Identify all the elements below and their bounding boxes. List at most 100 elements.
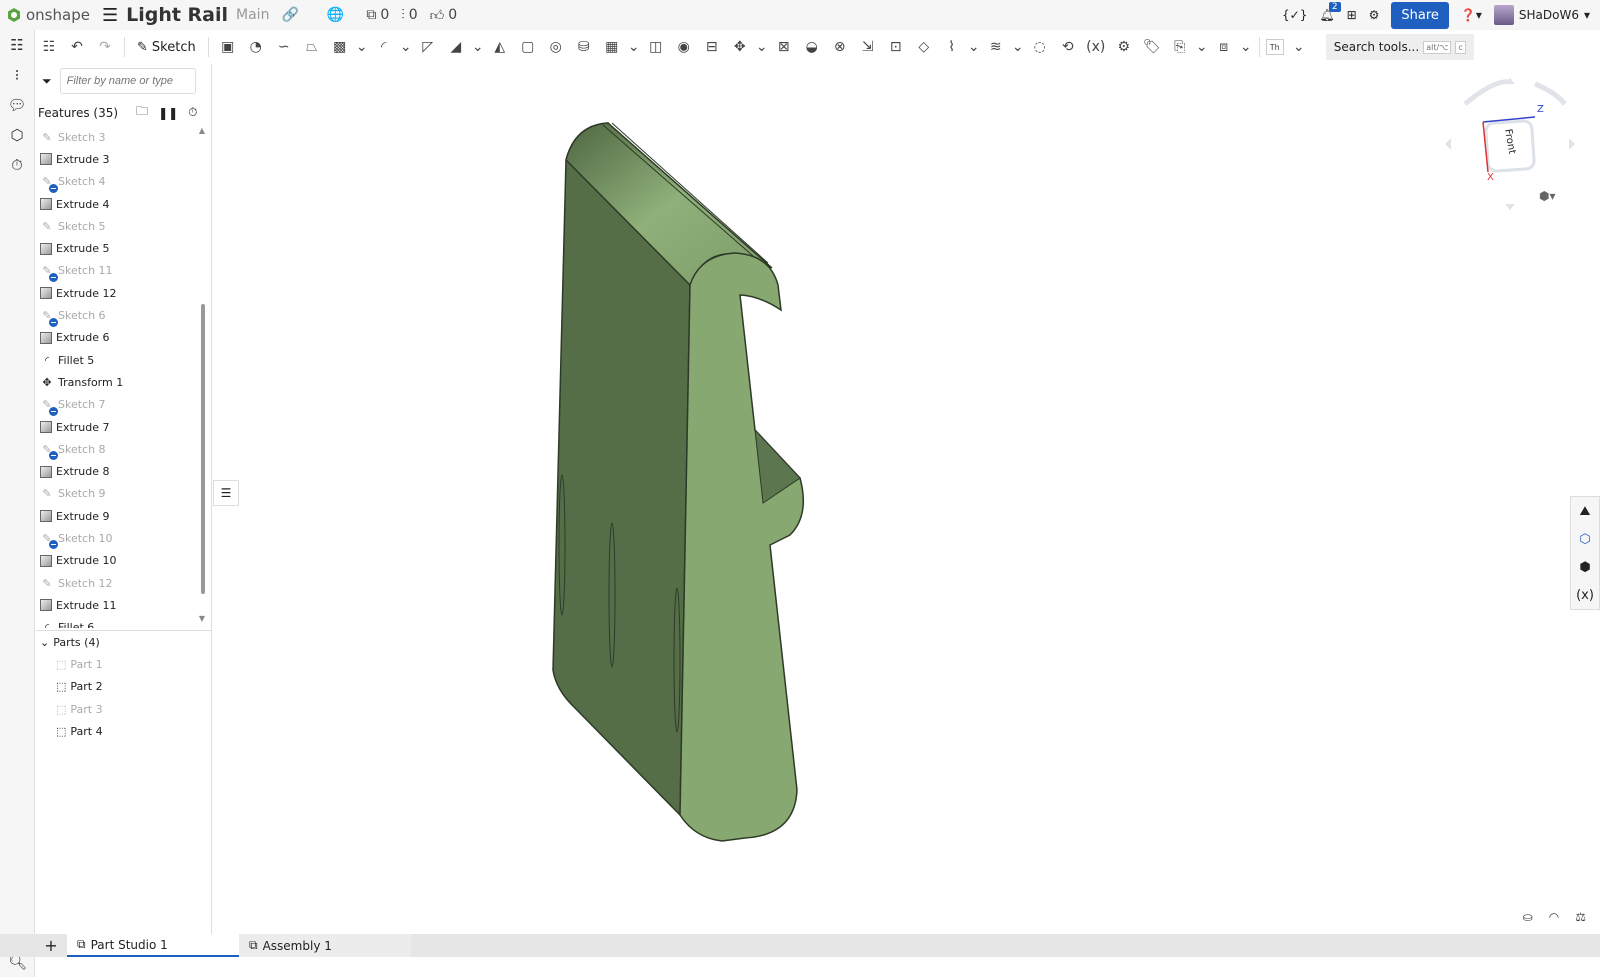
section-view-icon[interactable]: ⛀ xyxy=(1523,910,1533,924)
pattern-tool-icon[interactable]: ▦ xyxy=(599,34,625,60)
text-style-button[interactable]: Th xyxy=(1265,39,1284,55)
part-item[interactable]: ⬚ Part 1 xyxy=(36,653,212,675)
variables-icon[interactable]: {✓} xyxy=(1282,8,1307,22)
shell-tool-icon[interactable]: ▢ xyxy=(515,34,541,60)
chevron-down-icon[interactable]: ⌄ xyxy=(355,34,369,60)
document-title[interactable]: Light Rail xyxy=(126,4,228,26)
feature-tree-toggle-icon[interactable]: ☷ xyxy=(36,34,62,60)
feature-item[interactable]: Extrude 5 xyxy=(36,237,212,259)
scroll-down-icon[interactable]: ▼ xyxy=(199,614,205,623)
configurations-icon[interactable]: ⬡ xyxy=(1571,525,1599,553)
chevron-down-icon[interactable]: ⌄ xyxy=(1011,34,1025,60)
transform-tool-icon[interactable]: ✥ xyxy=(727,34,753,60)
feature-item[interactable]: ✎ Sketch 6 xyxy=(36,304,212,327)
scrollbar[interactable] xyxy=(201,304,205,594)
part-item[interactable]: ⬚ Part 3 xyxy=(36,698,212,720)
feature-item[interactable]: Extrude 12 xyxy=(36,282,212,304)
tab-part-studio[interactable]: ⧉ Part Studio 1 xyxy=(67,934,239,957)
thicken-tool-icon[interactable]: ▩ xyxy=(327,34,353,60)
feature-item[interactable]: ✎ Sketch 7 xyxy=(36,394,212,416)
search-tools-input[interactable]: Search tools... alt/⌥ c xyxy=(1325,34,1474,60)
3d-model[interactable] xyxy=(213,62,1600,934)
chevron-down-icon[interactable]: ⌄ xyxy=(471,34,485,60)
chevron-down-icon[interactable]: ⌄ xyxy=(1286,34,1312,60)
feature-item[interactable]: ✎ Sketch 11 xyxy=(36,260,212,282)
curve-tool-icon[interactable]: ≋ xyxy=(983,34,1009,60)
notifications-button[interactable]: 🔔︎ 2 xyxy=(1319,2,1341,22)
measure-icon[interactable]: ⚖ xyxy=(1575,910,1586,924)
chevron-down-icon[interactable]: ⌄ xyxy=(627,34,641,60)
loft-tool-icon[interactable]: ⏢ xyxy=(299,34,325,60)
comments-icon[interactable]: 💬︎ xyxy=(0,90,34,120)
chevron-down-icon[interactable]: ⌄ xyxy=(1239,34,1253,60)
delete-face-tool-icon[interactable]: ⊗ xyxy=(827,34,853,60)
add-tab-button[interactable]: + xyxy=(35,936,67,955)
pause-icon[interactable]: ❚❚ xyxy=(158,106,178,120)
feature-item[interactable]: ◜ Fillet 6 xyxy=(36,617,212,628)
replace-face-tool-icon[interactable]: ⊡ xyxy=(883,34,909,60)
feature-item[interactable]: ✎ Sketch 9 xyxy=(36,483,212,505)
mate-connector-tool-icon[interactable]: ⚙ xyxy=(1111,34,1137,60)
sketch-button[interactable]: ✎ Sketch xyxy=(131,40,202,55)
versions-button[interactable]: ⧉ 0 xyxy=(366,7,389,23)
parts-header[interactable]: ⌄ Parts (4) xyxy=(36,631,212,653)
helix-tool-icon[interactable]: ⌇ xyxy=(939,34,965,60)
view-options-icon[interactable]: ⬢▾ xyxy=(1539,189,1556,203)
split-tool-icon[interactable]: ⊟ xyxy=(699,34,725,60)
like-button[interactable]: 👍︎ 0 xyxy=(430,7,458,24)
onshape-logo[interactable]: onshape xyxy=(6,6,90,24)
undo-icon[interactable]: ↶ xyxy=(64,34,90,60)
mirror-tool-icon[interactable]: ◫ xyxy=(643,34,669,60)
render-mode-icon[interactable]: ◠ xyxy=(1549,910,1559,924)
sheet-metal-tool-icon[interactable]: ⎘ xyxy=(1167,34,1193,60)
delete-part-tool-icon[interactable]: ⊠ xyxy=(771,34,797,60)
timer-icon[interactable]: ⏱︎ xyxy=(188,105,197,120)
variable-tool-icon[interactable]: (x) xyxy=(1083,34,1109,60)
add-folder-icon[interactable]: 🗀 xyxy=(136,102,148,123)
link-icon[interactable]: 🔗 xyxy=(281,7,298,23)
mass-properties-icon[interactable]: ⬢ xyxy=(1571,553,1599,581)
filter-icon[interactable]: ⏷ xyxy=(42,74,52,89)
graphics-viewport[interactable]: Front Z X ⬢▾ ⛰ ⬡ ⬢ (x) ⛀ ◠ ⚖ xyxy=(213,62,1600,934)
part-item[interactable]: ⬚ Part 2 xyxy=(36,676,212,698)
revolve-tool-icon[interactable]: ◔ xyxy=(243,34,269,60)
share-button[interactable]: Share xyxy=(1391,1,1449,29)
feature-item[interactable]: ✎ Sketch 5 xyxy=(36,215,212,237)
help-button[interactable]: ❓▾ xyxy=(1461,8,1482,22)
extrude-tool-icon[interactable]: ▣ xyxy=(215,34,241,60)
chevron-down-icon[interactable]: ⌄ xyxy=(967,34,981,60)
part-item[interactable]: ⬚ Part 4 xyxy=(36,720,212,742)
filter-input[interactable] xyxy=(59,68,196,94)
view-cube[interactable]: Front Z X ⬢▾ xyxy=(1435,74,1585,214)
boolean-tool-icon[interactable]: ◉ xyxy=(671,34,697,60)
feature-item[interactable]: ✎ Sketch 12 xyxy=(36,572,212,594)
feature-item[interactable]: Extrude 3 xyxy=(36,148,212,170)
insert-mate-connector-icon[interactable]: ⁝ xyxy=(0,60,34,90)
scroll-up-icon[interactable]: ▲ xyxy=(199,126,205,135)
frame-tool-icon[interactable]: ⧈ xyxy=(1211,34,1237,60)
feature-item[interactable]: ✎ Sketch 4 xyxy=(36,171,212,193)
feature-item[interactable]: Extrude 9 xyxy=(36,505,212,527)
feature-item[interactable]: ✎ Sketch 10 xyxy=(36,527,212,550)
branch-label[interactable]: Main xyxy=(236,7,269,23)
feature-item[interactable]: Extrude 10 xyxy=(36,550,212,572)
user-menu[interactable]: SHaDoW6 ▾ xyxy=(1493,5,1590,25)
globe-icon[interactable]: 🌐 xyxy=(327,7,344,23)
feature-item[interactable]: ✎ Sketch 8 xyxy=(36,438,212,461)
move-face-tool-icon[interactable]: ⇲ xyxy=(855,34,881,60)
tag-tool-icon[interactable]: 🏷︎ xyxy=(1139,34,1165,60)
chevron-down-icon[interactable]: ⌄ xyxy=(1195,34,1209,60)
modify-fillet-tool-icon[interactable]: ◒ xyxy=(799,34,825,60)
draft-tool-icon[interactable]: ◢ xyxy=(443,34,469,60)
wrap-tool-icon[interactable]: ⟲ xyxy=(1055,34,1081,60)
fillet-tool-icon[interactable]: ◜ xyxy=(371,34,397,60)
tab-assembly[interactable]: ⧉ Assembly 1 xyxy=(239,934,411,957)
redo-icon[interactable]: ↷ xyxy=(92,34,118,60)
feature-item[interactable]: Extrude 4 xyxy=(36,193,212,215)
chevron-down-icon[interactable]: ⌄ xyxy=(399,34,413,60)
feature-item[interactable]: Extrude 11 xyxy=(36,594,212,616)
feature-item[interactable]: Extrude 8 xyxy=(36,460,212,482)
feature-list-icon[interactable]: ☷ xyxy=(0,30,34,60)
plane-tool-icon[interactable]: ◇ xyxy=(911,34,937,60)
learning-center-icon[interactable]: ⚙ xyxy=(1369,8,1380,22)
